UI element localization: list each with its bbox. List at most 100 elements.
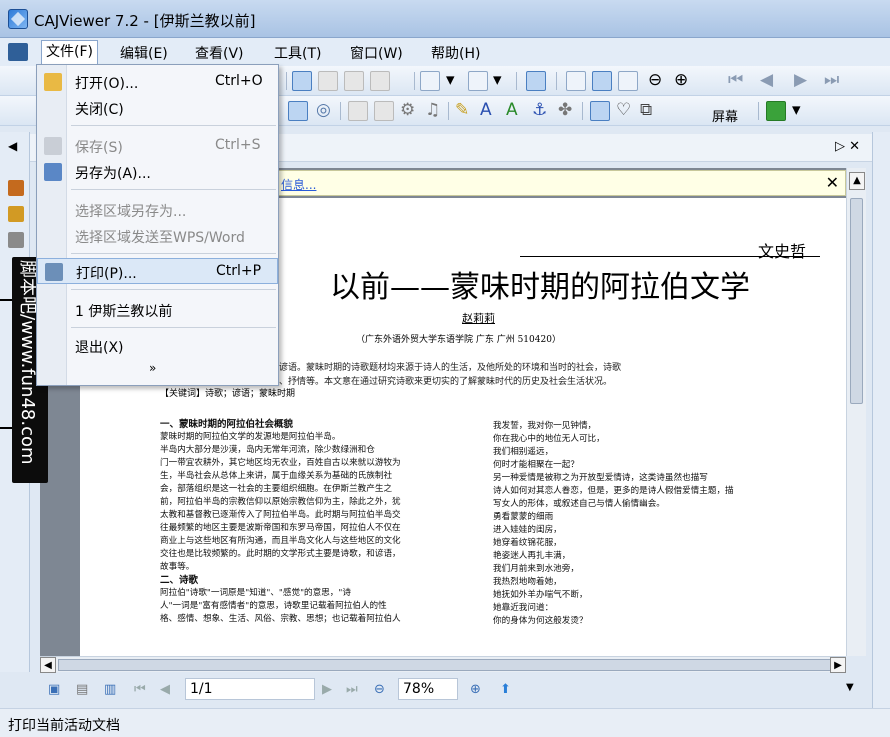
pencil-tool-icon[interactable] xyxy=(8,206,24,222)
page-number-input[interactable]: 1/1 xyxy=(185,678,315,700)
text-line: 你在我心中的地位无人可比， xyxy=(493,434,605,444)
zoom-in-icon[interactable]: ⊕ xyxy=(470,682,481,697)
screen-mode-button[interactable]: 屏幕 xyxy=(712,106,738,125)
menu-item-save-region[interactable]: 选择区域另存为... xyxy=(37,197,278,223)
zoom-out-icon[interactable]: ⊖ xyxy=(648,70,662,90)
next-page-icon[interactable]: ▶ xyxy=(794,70,807,90)
dropdown-arrow-icon[interactable]: ▾ xyxy=(446,70,455,90)
two-page-icon[interactable] xyxy=(344,71,364,91)
menu-item-send-to-wps[interactable]: 选择区域发送至WPS/Word xyxy=(37,223,278,249)
paper-title: 以前——蒙味时期的阿拉伯文学 xyxy=(330,270,750,305)
anchor-tool-icon[interactable]: ⚓ xyxy=(532,100,547,120)
menu-edit[interactable]: 编辑(E) xyxy=(116,43,172,63)
actual-size-icon[interactable] xyxy=(566,71,586,91)
fit-page-icon[interactable] xyxy=(526,71,546,91)
page-layout-icon[interactable] xyxy=(318,71,338,91)
first-page-icon[interactable]: ⏮ xyxy=(134,682,146,697)
media-tool-icon[interactable]: ⚙ xyxy=(400,100,415,120)
document-app-icon[interactable] xyxy=(8,43,28,61)
select-tool-icon[interactable] xyxy=(8,232,24,248)
menu-item-open[interactable]: 打开(O)... Ctrl+O xyxy=(37,69,278,95)
text-line: 她抚如外羊办喘气不断， xyxy=(493,590,588,600)
scroll-up-icon[interactable]: ▲ xyxy=(849,172,865,190)
eraser-tool-icon[interactable] xyxy=(348,101,368,121)
pen-tool-icon[interactable] xyxy=(8,180,24,196)
menu-item-print[interactable]: 打印(P)... Ctrl+P xyxy=(37,258,278,284)
tab-scroll-left-icon[interactable]: ◀ xyxy=(8,139,17,153)
zoom-input[interactable]: 78% xyxy=(398,678,458,700)
menu-file[interactable]: 文件(F) xyxy=(41,40,98,64)
continuous-view-icon[interactable] xyxy=(370,71,390,91)
audio-tool-icon[interactable]: ♫ xyxy=(425,100,440,120)
up-arrow-icon[interactable]: ⬆ xyxy=(500,682,511,697)
menu-help[interactable]: 帮助(H) xyxy=(427,43,484,63)
menu-bar: 文件(F) 编辑(E) 查看(V) 工具(T) 窗口(W) 帮助(H) xyxy=(0,38,890,66)
screenshot-icon[interactable]: ⧉ xyxy=(640,100,652,120)
tab-controls[interactable]: ▷ ✕ xyxy=(835,139,860,154)
zoom-in-icon[interactable]: ⊕ xyxy=(674,70,688,90)
single-page-view-icon[interactable] xyxy=(292,71,312,91)
right-side-panel xyxy=(872,132,890,712)
menu-item-label: 选择区域另存为... xyxy=(75,204,187,220)
scroll-right-icon[interactable]: ▶ xyxy=(830,657,846,673)
previous-page-icon[interactable]: ◀ xyxy=(760,70,773,90)
title-bar: CAJViewer 7.2 - [伊斯兰教以前] xyxy=(0,0,890,38)
text-tool-icon[interactable]: A xyxy=(480,100,492,120)
horizontal-scrollbar[interactable]: ◀ ▶ xyxy=(40,656,846,673)
single-page-icon[interactable]: ▣ xyxy=(48,682,60,697)
menu-item-close[interactable]: 关闭(C) xyxy=(37,95,278,121)
fit-window-icon[interactable] xyxy=(618,71,638,91)
menu-window[interactable]: 窗口(W) xyxy=(346,43,407,63)
scroll-left-icon[interactable]: ◀ xyxy=(40,657,56,673)
menu-item-save-as[interactable]: 另存为(A)... xyxy=(37,159,278,185)
save-disk-icon xyxy=(44,137,62,155)
ellipse-tool-icon[interactable]: ◎ xyxy=(316,100,331,120)
menu-expand-icon[interactable]: » xyxy=(149,361,156,375)
vertical-scrollbar[interactable]: ▲ xyxy=(846,168,866,656)
menu-view[interactable]: 查看(V) xyxy=(191,43,248,63)
continuous-icon[interactable]: ▥ xyxy=(104,682,116,697)
text-line: 进入娃娃的闺房， xyxy=(493,525,562,535)
first-page-icon[interactable]: ⏮ xyxy=(728,70,743,90)
fit-width-icon[interactable] xyxy=(592,71,612,91)
export-icon[interactable] xyxy=(766,101,786,121)
rectangle-tool-icon[interactable] xyxy=(288,101,308,121)
heart-tool-icon[interactable]: ♡ xyxy=(616,100,631,120)
scroll-thumb[interactable] xyxy=(850,198,863,404)
dropdown-arrow-icon[interactable]: ▼ xyxy=(846,682,854,693)
menu-item-exit[interactable]: 退出(X) xyxy=(37,333,278,359)
note-tool-icon[interactable] xyxy=(590,101,610,121)
scroll-thumb[interactable] xyxy=(58,659,836,671)
text-line: 往最频繁的地区主要是波斯帝国和东罗马帝国，阿拉伯人不仅在 xyxy=(160,523,401,533)
text-line: 故事等。 xyxy=(160,562,195,572)
previous-page-icon[interactable]: ◀ xyxy=(160,682,170,697)
close-icon[interactable]: ✕ xyxy=(826,173,839,192)
last-page-icon[interactable]: ⏭ xyxy=(346,682,358,697)
zoom-out-icon[interactable]: ⊖ xyxy=(374,682,385,697)
layout-icon[interactable] xyxy=(420,71,440,91)
menu-item-save[interactable]: 保存(S) Ctrl+S xyxy=(37,133,278,159)
underline-tool-icon[interactable]: A xyxy=(506,100,518,120)
text-line: 我们月前来到水池旁， xyxy=(493,564,579,574)
stamp-tool-icon[interactable]: ✤ xyxy=(558,100,572,120)
info-link[interactable]: 信息... xyxy=(281,176,316,193)
text-line: 格、感情、想象、生活、风俗、宗教、思想；也记载着阿拉伯人 xyxy=(160,614,401,624)
facing-pages-icon[interactable]: ▤ xyxy=(76,682,88,697)
print-icon xyxy=(45,263,63,281)
next-page-icon[interactable]: ▶ xyxy=(322,682,332,697)
rotate-icon[interactable] xyxy=(468,71,488,91)
cajviewer-app-icon[interactable] xyxy=(8,9,28,29)
text-line: 艳姿迷人再扎丰满， xyxy=(493,551,571,561)
image-tool-icon[interactable] xyxy=(374,101,394,121)
header-rule xyxy=(520,256,820,257)
text-line: 二、诗歌 xyxy=(160,575,199,586)
highlight-tool-icon[interactable]: ✎ xyxy=(455,100,469,120)
menu-tools[interactable]: 工具(T) xyxy=(270,43,325,63)
journal-name: 文史哲 xyxy=(758,242,807,261)
dropdown-arrow-icon[interactable]: ▾ xyxy=(493,70,502,90)
dropdown-arrow-icon[interactable]: ▾ xyxy=(792,100,801,120)
last-page-icon[interactable]: ⏭ xyxy=(824,70,839,90)
menu-item-shortcut: Ctrl+S xyxy=(215,137,261,153)
menu-item-shortcut: Ctrl+O xyxy=(215,73,263,89)
menu-item-recent-file[interactable]: 1 伊斯兰教以前 xyxy=(37,297,278,323)
